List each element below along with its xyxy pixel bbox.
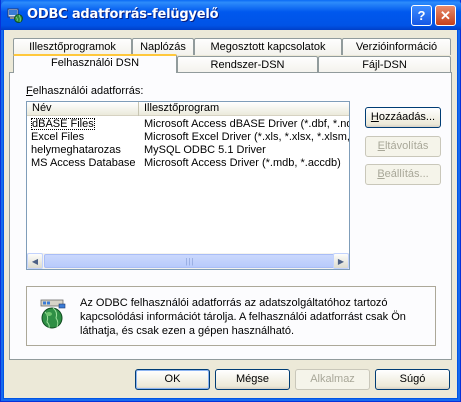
dsn-driver: Microsoft Access Driver (*.mdb, *.accdb) [144,157,341,169]
dsn-name: dBASE Files [31,118,139,131]
info-description: Az ODBC felhasználói adatforrás az adats… [80,297,406,337]
button-label: eállítás... [384,168,429,180]
ok-button[interactable]: OK [135,369,210,390]
tab-label: Illesztőprogramok [29,41,116,53]
tab-felhasznaloi-dsn[interactable]: Felhasználói DSN [13,54,177,73]
grip-icon: ||| [185,256,195,266]
tab-label: Verzióinformáció [355,41,438,53]
button-label: ltávolítás [384,140,429,152]
dsn-name-text: dBASE Files [31,118,95,130]
tab-megosztott-kapcsolatok[interactable]: Megosztott kapcsolatok [194,38,342,55]
dsn-name: helymeghatarozas [31,144,121,156]
tab-illesztoprogramok[interactable]: Illesztőprogramok [13,38,132,55]
configure-button[interactable]: Beállítás... [365,164,441,185]
list-item[interactable]: dBASE Files Microsoft Access dBASE Drive… [27,118,349,131]
button-label: Súgó [399,373,426,385]
arrow-right-icon: ▶ [337,256,345,266]
tab-naplozas[interactable]: Naplózás [132,38,194,55]
tab-label: Rendszer-DSN [210,59,285,71]
column-header-name[interactable]: Név [27,102,139,116]
question-icon: ? [417,8,426,23]
close-title-button[interactable]: ✕ [435,5,456,26]
user-dsn-panel: Felhasználói adatforrás: Név Illesztőpro… [9,72,452,360]
odbc-globe-icon [40,299,66,329]
dsn-name: MS Access Database [31,157,136,169]
dsn-list[interactable]: Név Illesztőprogram dBASE Files Microsof… [26,101,350,270]
tab-label: Fájl-DSN [362,59,407,71]
tab-verzioinformacio[interactable]: Verzióinformáció [342,38,451,55]
label-text: elhasználói adatforrás: [32,85,144,97]
access-key: E [377,140,385,152]
help-button[interactable]: Súgó [375,369,450,390]
window-title: ODBC adatforrás-felügyelő [27,7,219,22]
add-button[interactable]: Hozzáadás... [365,107,441,128]
tab-label: Felhasználói DSN [50,57,140,69]
list-item[interactable]: MS Access Database Microsoft Access Driv… [27,157,349,170]
scroll-right-button[interactable]: ▶ [333,253,349,269]
access-key: H [370,111,379,123]
dsn-name: Excel Files [31,131,85,143]
remove-button[interactable]: Eltávolítás [365,136,441,157]
tab-label: Megosztott kapcsolatok [210,41,326,53]
tab-rendszer-dsn[interactable]: Rendszer-DSN [177,56,318,73]
scroll-left-button[interactable]: ◀ [27,253,43,269]
close-icon: ✕ [440,7,451,23]
button-label: ozzáadás... [378,111,436,123]
horizontal-scrollbar[interactable]: ◀ ||| ▶ [27,253,349,269]
tab-label: Naplózás [140,41,186,53]
list-item[interactable]: helymeghatarozas MySQL ODBC 5.1 Driver [27,144,349,157]
tab-fajl-dsn[interactable]: Fájl-DSN [318,56,451,73]
info-box: Az ODBC felhasználói adatforrás az adats… [26,286,436,346]
dsn-driver: MySQL ODBC 5.1 Driver [144,144,266,156]
scroll-thumb[interactable]: ||| [44,254,336,268]
button-label: Mégse [235,373,270,385]
dsn-driver: Microsoft Excel Driver (*.xls, *.xlsx, *… [144,131,349,143]
odbc-window: ODBC adatforrás-felügyelő ? ✕ Illesztőpr… [0,0,461,402]
user-dsn-list-label: Felhasználói adatforrás: [26,85,143,97]
apply-button[interactable]: Alkalmaz [295,369,370,390]
column-header-driver[interactable]: Illesztőprogram [139,102,349,116]
button-label: Alkalmaz [310,373,355,385]
cancel-button[interactable]: Mégse [215,369,290,390]
list-header: Név Illesztőprogram [27,102,349,116]
odbc-app-icon [7,8,23,23]
access-key: B [377,168,385,180]
button-label: OK [164,373,181,385]
list-item[interactable]: Excel Files Microsoft Excel Driver (*.xl… [27,131,349,144]
dsn-driver: Microsoft Access dBASE Driver (*.dbf, *.… [144,118,349,130]
title-bar[interactable]: ODBC adatforrás-felügyelő ? ✕ [1,0,461,30]
access-key: F [26,85,33,97]
arrow-left-icon: ◀ [31,256,39,266]
help-title-button[interactable]: ? [411,5,432,26]
